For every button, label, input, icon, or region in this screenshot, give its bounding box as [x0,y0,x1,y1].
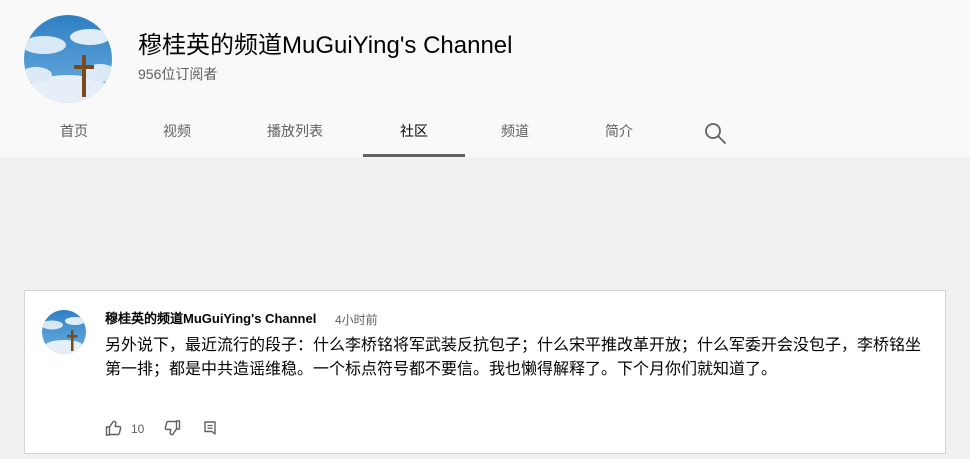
subscriber-count: 956位订阅者 [138,66,218,82]
tab-home[interactable]: 首页 [45,107,103,157]
tab-about[interactable]: 简介 [588,107,650,157]
post-author-name[interactable]: 穆桂英的频道MuGuiYing's Channel [105,310,316,328]
comment-icon[interactable] [201,419,221,439]
post-author-avatar[interactable] [42,310,86,354]
tab-channels[interactable]: 频道 [484,107,546,157]
post-timestamp[interactable]: 4小时前 [335,311,378,329]
channel-header: 穆桂英的频道MuGuiYing's Channel 956位订阅者 首页 视频 … [0,0,970,157]
channel-tabs: 首页 视频 播放列表 社区 频道 简介 [0,107,970,157]
community-post: 穆桂英的频道MuGuiYing's Channel 4小时前 另外说下，最近流行… [24,290,946,454]
channel-title: 穆桂英的频道MuGuiYing's Channel [138,32,513,59]
channel-avatar[interactable] [24,15,112,103]
tab-community[interactable]: 社区 [363,107,465,157]
post-text: 另外说下，最近流行的段子：什么李桥铭将军武装反抗包子；什么宋平推改革开放；什么军… [105,337,922,378]
tab-videos[interactable]: 视频 [146,107,208,157]
thumb-down-icon[interactable] [163,419,183,439]
like-count: 10 [131,422,145,436]
tab-playlists[interactable]: 播放列表 [250,107,340,157]
thumb-up-icon[interactable] [105,419,125,439]
search-icon[interactable] [702,120,728,146]
